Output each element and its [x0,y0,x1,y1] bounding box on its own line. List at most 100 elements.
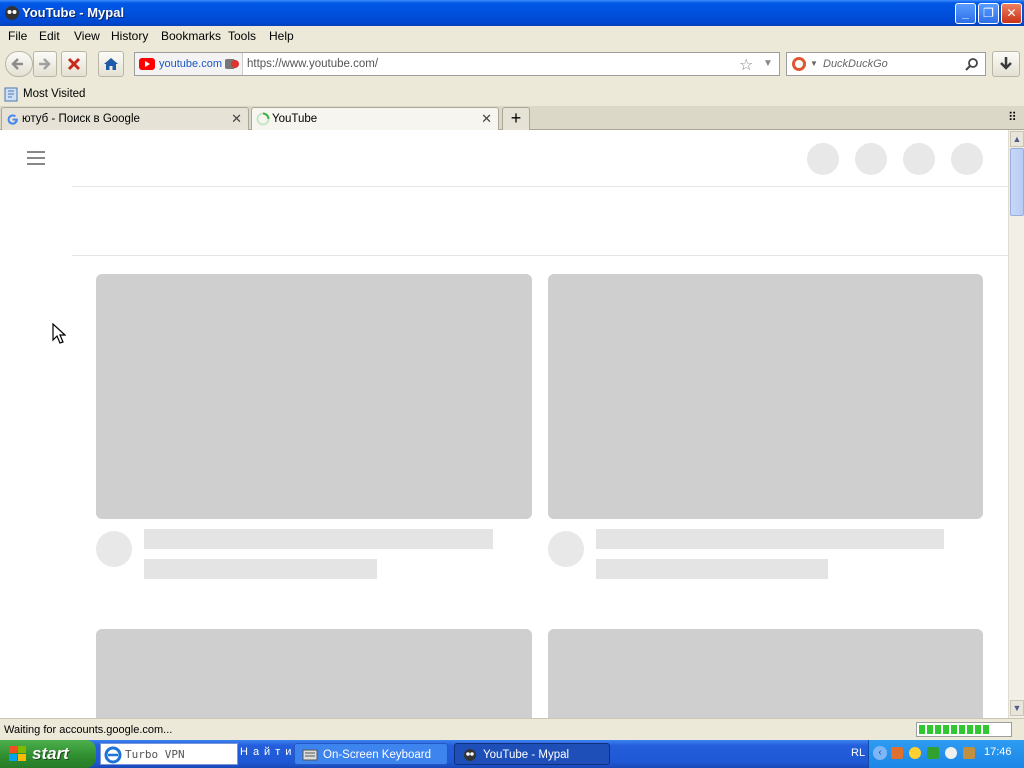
windows-taskbar: start Turbo VPN Найти On-Screen Keyboard… [0,740,1024,768]
back-button[interactable] [5,51,33,77]
channel-avatar-placeholder [548,531,584,567]
most-visited-folder-icon [4,87,18,102]
taskbar-item-label: YouTube - Mypal [483,749,570,761]
home-icon [104,58,118,70]
tray-app-icon[interactable] [891,747,903,759]
quicklaunch-label: Turbo VPN [125,748,185,761]
channel-avatar-placeholder [96,531,132,567]
engine-dropdown-icon[interactable]: ▼ [810,59,818,68]
tab-google-search[interactable]: ютуб - Поиск в Google ✕ [1,107,249,130]
video-meta-placeholder [144,559,377,579]
video-thumbnail-placeholder [96,274,532,519]
minimize-button[interactable]: _ [955,3,976,24]
menu-file[interactable]: File [8,29,27,43]
taskbar-item-onscreen-keyboard[interactable]: On-Screen Keyboard [294,743,448,765]
tab-strip: ютуб - Поиск в Google ✕ YouTube ✕ + ⠿ [0,106,1024,130]
list-all-tabs-icon[interactable]: ⠿ [1008,110,1017,124]
progress-fill [919,725,991,734]
google-favicon-icon [7,114,18,125]
downloads-button[interactable] [992,51,1020,77]
new-tab-button[interactable]: + [502,107,530,130]
search-icon[interactable] [965,57,979,71]
forward-arrow-icon [39,58,51,70]
tab-label: YouTube [272,113,318,125]
search-input[interactable]: DuckDuckGo [823,58,888,70]
stop-button[interactable] [61,51,87,77]
tray-app-icon[interactable] [927,747,939,759]
tab-youtube[interactable]: YouTube ✕ [251,107,499,130]
url-bar[interactable]: youtube.com https://www.youtube.com/ ☆ ▼ [134,52,780,76]
language-indicator[interactable]: RL [851,747,865,759]
scroll-up-icon[interactable]: ▲ [1010,131,1024,147]
duckduckgo-engine-icon[interactable] [791,56,807,72]
search-bar[interactable]: ▼ DuckDuckGo [786,52,986,76]
video-title-placeholder [596,529,944,549]
video-thumbnail-placeholder [96,629,532,718]
scroll-down-icon[interactable]: ▼ [1010,700,1024,716]
tab-label: ютуб - Поиск в Google [22,113,140,125]
close-window-button[interactable]: ✕ [1001,3,1022,24]
tray-app-icon[interactable] [945,747,957,759]
taskbar-item-youtube-mypal[interactable]: YouTube - Mypal [454,743,610,765]
tab-close-icon[interactable]: ✕ [231,111,242,127]
taskbar-item-label: On-Screen Keyboard [323,749,432,761]
header-divider [72,186,1008,187]
loading-spinner-icon [256,112,270,126]
blocked-content-icon [225,59,239,69]
internet-explorer-icon [104,746,122,764]
header-avatar-placeholder [807,143,839,175]
start-button[interactable]: start [0,740,96,768]
home-button[interactable] [98,51,124,77]
chips-divider [72,255,1008,256]
hamburger-menu-icon[interactable] [26,150,46,166]
menu-help[interactable]: Help [269,29,294,43]
download-arrow-icon [1000,57,1012,70]
mypal-app-icon [5,6,19,20]
url-text[interactable]: https://www.youtube.com/ [247,58,378,70]
video-thumbnail-placeholder [548,629,983,718]
page-content [0,130,1008,718]
stop-x-icon [67,57,81,71]
keyboard-icon [302,749,318,761]
tray-app-icon[interactable] [909,747,921,759]
vertical-scrollbar[interactable]: ▲ ▼ [1008,130,1024,718]
menu-edit[interactable]: Edit [39,29,60,43]
scrollbar-thumb[interactable] [1010,148,1024,216]
page-load-progress [916,722,1012,737]
url-dropdown-icon[interactable]: ▼ [763,58,773,69]
menu-tools[interactable]: Tools [228,29,256,43]
youtube-favicon-icon [139,58,155,70]
taskbar-search-hint[interactable]: Найти [240,746,292,758]
window-titlebar[interactable]: YouTube - Mypal _ ❐ ✕ [0,0,1024,26]
video-thumbnail-placeholder [548,274,983,519]
header-avatar-placeholder [903,143,935,175]
header-avatar-placeholder [951,143,983,175]
tray-app-icon[interactable] [963,747,975,759]
bookmark-most-visited[interactable]: Most Visited [23,88,85,100]
start-label: start [32,744,69,763]
mouse-cursor-icon [52,323,66,344]
header-avatar-placeholder [855,143,887,175]
menu-view[interactable]: View [74,29,100,43]
video-title-placeholder [144,529,493,549]
status-text: Waiting for accounts.google.com... [4,724,173,736]
maximize-button[interactable]: ❐ [978,3,999,24]
tab-close-icon[interactable]: ✕ [481,111,492,127]
system-tray: ‹ 17:46 [868,740,1024,768]
forward-button[interactable] [33,51,57,77]
windows-logo-icon [9,746,26,761]
site-identity-label: youtube.com [159,58,222,70]
video-meta-placeholder [596,559,828,579]
window-title: YouTube - Mypal [22,5,125,20]
clock[interactable]: 17:46 [984,746,1012,758]
bookmark-star-icon[interactable]: ☆ [739,55,753,75]
show-hidden-icons-icon[interactable]: ‹ [873,746,887,760]
menu-bookmarks[interactable]: Bookmarks [161,29,221,43]
quicklaunch-turbo-vpn[interactable]: Turbo VPN [100,743,238,765]
status-bar: Waiting for accounts.google.com... [0,718,1024,740]
bookmarks-toolbar: Most Visited [0,84,1024,106]
mypal-app-icon [464,749,476,761]
menubar: File Edit View History Bookmarks Tools H… [0,26,1024,46]
menu-history[interactable]: History [111,29,148,43]
site-identity-box[interactable]: youtube.com [135,53,243,75]
